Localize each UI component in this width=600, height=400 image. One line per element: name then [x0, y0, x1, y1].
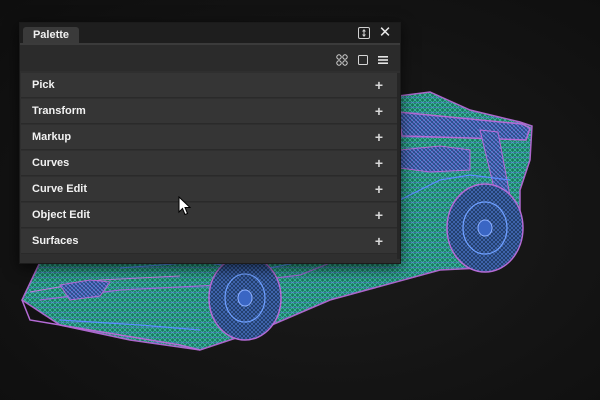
palette-item-label: Transform — [32, 105, 86, 117]
collapse-icon[interactable] — [358, 27, 370, 39]
palette-item-label: Pick — [32, 79, 55, 91]
menu-icon[interactable] — [377, 53, 389, 65]
single-view-icon[interactable] — [357, 53, 369, 65]
palette-item-object-edit[interactable]: Object Edit + — [21, 203, 398, 228]
palette-item-list: Pick + Transform + Markup + Curves + Cur… — [21, 73, 398, 259]
expand-plus-icon[interactable]: + — [373, 229, 385, 254]
3d-viewport[interactable]: Palette ✕ Pick + Transform + Markup + Cu… — [0, 0, 600, 400]
palette-tab[interactable]: Palette — [23, 27, 79, 43]
palette-item-label: Curves — [32, 157, 70, 169]
palette-item-curve-edit[interactable]: Curve Edit + — [21, 177, 398, 202]
expand-plus-icon[interactable]: + — [373, 99, 385, 124]
expand-plus-icon[interactable]: + — [373, 73, 385, 98]
palette-panel: Palette ✕ Pick + Transform + Markup + Cu… — [19, 22, 401, 264]
palette-titlebar[interactable]: Palette ✕ — [20, 23, 400, 43]
palette-item-pick[interactable]: Pick + — [21, 73, 398, 98]
palette-item-label: Object Edit — [32, 209, 91, 221]
expand-plus-icon[interactable]: + — [373, 151, 385, 176]
expand-plus-icon[interactable]: + — [373, 203, 385, 228]
palette-item-label: Surfaces — [32, 235, 79, 247]
expand-plus-icon[interactable]: + — [373, 177, 385, 202]
expand-plus-icon[interactable]: + — [373, 125, 385, 150]
palette-toolbar — [20, 43, 400, 71]
close-icon[interactable]: ✕ — [377, 24, 393, 42]
grid-view-icon[interactable] — [336, 53, 348, 66]
mouse-cursor-icon — [178, 195, 192, 216]
palette-item-curves[interactable]: Curves + — [21, 151, 398, 176]
palette-scrollbar[interactable] — [397, 73, 400, 259]
palette-item-label: Curve Edit — [32, 183, 88, 195]
palette-item-label: Markup — [32, 131, 72, 143]
palette-item-transform[interactable]: Transform + — [21, 99, 398, 124]
palette-item-surfaces[interactable]: Surfaces + — [21, 229, 398, 254]
palette-item-markup[interactable]: Markup + — [21, 125, 398, 150]
